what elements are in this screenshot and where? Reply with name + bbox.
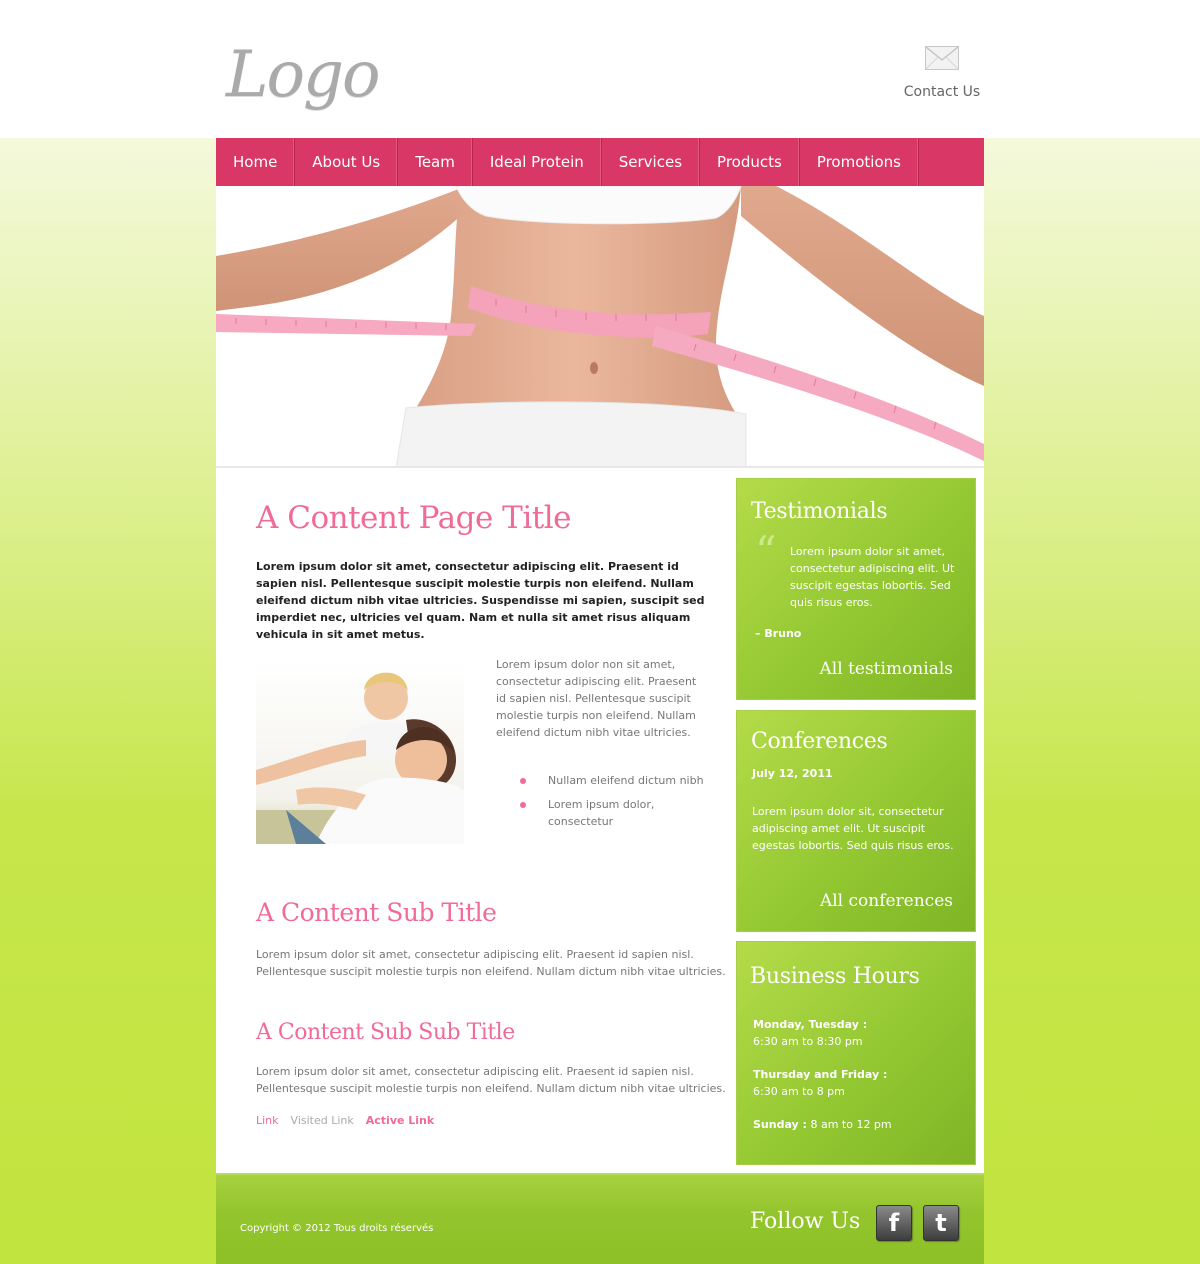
- family-photo: [256, 660, 464, 844]
- hours-row: Monday, Tuesday : 6:30 am to 8:30 pm: [753, 1016, 867, 1050]
- logo[interactable]: Logo: [226, 38, 381, 112]
- sample-active-link[interactable]: Active Link: [366, 1114, 434, 1127]
- main-nav: Home About Us Team Ideal Protein Service…: [216, 138, 984, 186]
- all-testimonials-link[interactable]: All testimonials: [820, 659, 953, 679]
- list-item: Nullam eleifend dictum nibh: [518, 772, 708, 789]
- conference-text: Lorem ipsum dolor sit, consectetur adipi…: [752, 805, 954, 852]
- nav-item-services[interactable]: Services: [602, 138, 701, 186]
- bullet-list: Nullam eleifend dictum nibh Lorem ipsum …: [518, 772, 708, 837]
- page-title: A Content Page Title: [256, 500, 571, 536]
- sub-sub-paragraph: Lorem ipsum dolor sit amet, consectetur …: [256, 1065, 726, 1095]
- hero-waist-illustration: [216, 186, 984, 466]
- testimonials-title: Testimonials: [751, 499, 888, 524]
- twitter-icon[interactable]: t: [923, 1205, 959, 1241]
- hours-day: Monday, Tuesday :: [753, 1018, 868, 1031]
- nav-item-products[interactable]: Products: [700, 138, 800, 186]
- nav-item-home[interactable]: Home: [216, 138, 296, 186]
- facebook-icon[interactable]: f: [876, 1205, 912, 1241]
- all-conferences-link[interactable]: All conferences: [820, 891, 953, 911]
- nav-item-team[interactable]: Team: [398, 138, 473, 186]
- mother-child-illustration: [256, 660, 464, 844]
- sample-link[interactable]: Link: [256, 1114, 279, 1127]
- hero-image: [216, 186, 984, 468]
- testimonial-quote: Lorem ipsum dolor sit amet, consectetur …: [790, 545, 955, 609]
- envelope-icon: [925, 46, 959, 70]
- contact-us-label: Contact Us: [903, 84, 981, 100]
- page-container: Home About Us Team Ideal Protein Service…: [216, 138, 984, 1264]
- hours-time: 6:30 am to 8 pm: [753, 1085, 845, 1098]
- conferences-title: Conferences: [751, 729, 888, 754]
- contact-us-link[interactable]: Contact Us: [900, 46, 984, 100]
- nav-item-ideal-protein[interactable]: Ideal Protein: [473, 138, 602, 186]
- sub-sub-title: A Content Sub Sub Title: [256, 1020, 515, 1045]
- follow-us-label: Follow Us: [750, 1209, 861, 1234]
- sub-paragraph: Lorem ipsum dolor sit amet, consectetur …: [256, 948, 726, 978]
- quote-icon: “: [755, 527, 777, 576]
- nav-item-promotions[interactable]: Promotions: [800, 138, 919, 186]
- side-paragraph: Lorem ipsum dolor non sit amet, consecte…: [496, 658, 697, 739]
- copyright: Copyright © 2012 Tous droits réservés: [240, 1223, 434, 1234]
- business-hours-title: Business Hours: [750, 964, 920, 989]
- sub-title: A Content Sub Title: [256, 898, 497, 927]
- hours-row: Thursday and Friday : 6:30 am to 8 pm: [753, 1066, 887, 1100]
- hours-time: 8 am to 12 pm: [810, 1118, 892, 1131]
- intro-paragraph: Lorem ipsum dolor sit amet, consectetur …: [256, 560, 705, 641]
- hours-row: Sunday : 8 am to 12 pm: [753, 1116, 892, 1133]
- conferences-widget: Conferences July 12, 2011 Lorem ipsum do…: [736, 710, 976, 932]
- sample-visited-link[interactable]: Visited Link: [291, 1114, 354, 1127]
- nav-item-about-us[interactable]: About Us: [295, 138, 399, 186]
- business-hours-widget: Business Hours Monday, Tuesday : 6:30 am…: [736, 941, 976, 1165]
- list-item: Lorem ipsum dolor, consectetur: [518, 796, 708, 830]
- hours-day: Thursday and Friday :: [753, 1068, 888, 1081]
- link-samples: Link Visited Link Active Link: [256, 1114, 434, 1127]
- hours-time: 6:30 am to 8:30 pm: [753, 1035, 863, 1048]
- main-content: A Content Page Title Lorem ipsum dolor s…: [256, 500, 726, 1127]
- hours-day: Sunday :: [753, 1118, 807, 1131]
- testimonial-author: – Bruno: [755, 627, 802, 640]
- footer: Copyright © 2012 Tous droits réservés Fo…: [216, 1173, 984, 1264]
- testimonials-widget: Testimonials “ Lorem ipsum dolor sit ame…: [736, 478, 976, 700]
- conference-date: July 12, 2011: [752, 767, 833, 780]
